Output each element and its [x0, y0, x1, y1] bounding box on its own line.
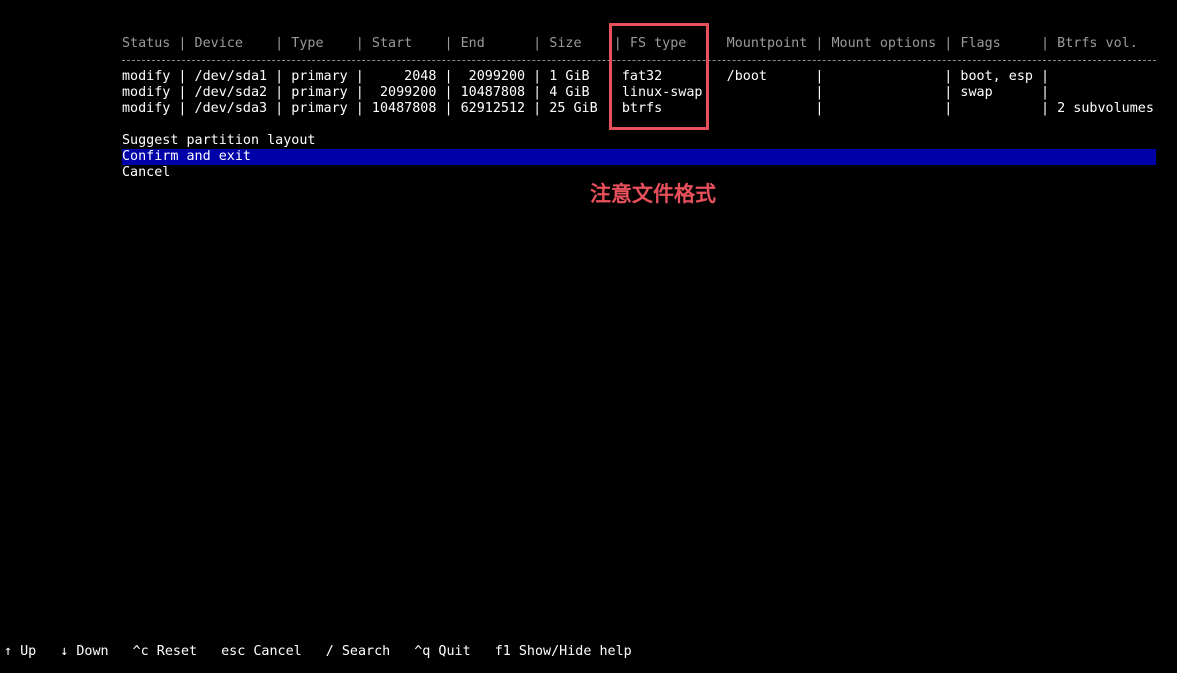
table-row-sda1[interactable]: modify | /dev/sda1 | primary | 2048 | 20… — [122, 69, 1156, 85]
footer-key-down[interactable]: ↓ Down — [60, 644, 108, 660]
header-divider — [122, 60, 1156, 62]
annotation-note: 注意文件格式 — [590, 182, 716, 206]
menu-item-confirm-exit[interactable]: Confirm and exit — [122, 149, 1156, 165]
table-row-sda3[interactable]: modify | /dev/sda3 | primary | 10487808 … — [122, 101, 1156, 117]
keybinding-footer: ↑ Up ↓ Down ^c Reset esc Cancel / Search… — [4, 644, 632, 660]
footer-key-help[interactable]: f1 Show/Hide help — [495, 644, 632, 660]
footer-key-search[interactable]: / Search — [326, 644, 391, 660]
partition-table: Status | Device | Type | Start | End | S… — [122, 36, 1156, 181]
footer-key-reset[interactable]: ^c Reset — [133, 644, 198, 660]
table-row-sda2[interactable]: modify | /dev/sda2 | primary | 2099200 |… — [122, 85, 1156, 101]
menu-item-suggest-layout[interactable]: Suggest partition layout — [122, 133, 1156, 149]
table-header: Status | Device | Type | Start | End | S… — [122, 36, 1138, 51]
footer-key-up[interactable]: ↑ Up — [4, 644, 36, 660]
footer-key-quit[interactable]: ^q Quit — [414, 644, 470, 660]
footer-key-cancel[interactable]: esc Cancel — [221, 644, 302, 660]
